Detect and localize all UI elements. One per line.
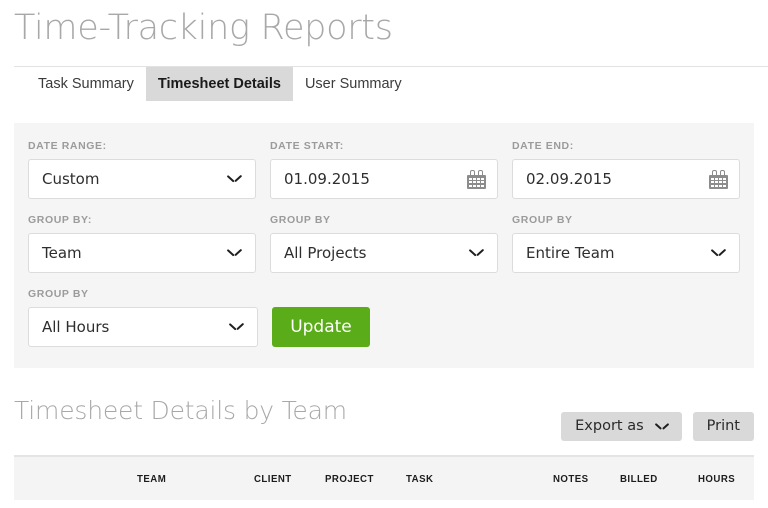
calendar-icon[interactable] — [467, 170, 486, 189]
chevron-down-icon — [712, 249, 725, 257]
calendar-icon[interactable] — [709, 170, 728, 189]
filter-field-grid: DATE RANGE: Custom DATE START: 01.09.201… — [14, 123, 754, 347]
update-button[interactable]: Update — [272, 307, 370, 347]
chevron-down-icon — [230, 323, 243, 331]
chevron-down-icon — [470, 249, 483, 257]
column-header-hours[interactable]: HOURS — [698, 473, 735, 485]
column-header-team[interactable]: TEAM — [137, 473, 166, 485]
group-by-project-label: GROUP BY — [270, 214, 331, 226]
print-button[interactable]: Print — [692, 412, 754, 441]
field-date-range: DATE RANGE: Custom — [28, 140, 256, 199]
export-as-button[interactable]: Export as — [561, 412, 682, 441]
chevron-down-icon — [656, 423, 668, 430]
column-header-client[interactable]: CLIENT — [254, 473, 292, 485]
group-by-member-label: GROUP BY — [512, 214, 573, 226]
field-group-by-member: GROUP BY Entire Team — [512, 214, 740, 273]
tab-user-summary[interactable]: User Summary — [293, 67, 414, 101]
field-group-by-project: GROUP BY All Projects — [270, 214, 498, 273]
filter-row-dates: DATE RANGE: Custom DATE START: 01.09.201… — [28, 140, 754, 199]
chevron-down-icon — [228, 249, 241, 257]
group-by-team-label: GROUP BY: — [28, 214, 92, 226]
page-title: Time-Tracking Reports — [14, 8, 393, 48]
group-by-team-select[interactable]: Team — [28, 233, 256, 273]
tab-timesheet-details[interactable]: Timesheet Details — [145, 67, 293, 101]
column-header-task[interactable]: TASK — [406, 473, 433, 485]
field-group-by-hours: GROUP BY All Hours — [28, 288, 258, 347]
column-header-notes[interactable]: NOTES — [553, 473, 589, 485]
group-by-project-select[interactable]: All Projects — [270, 233, 498, 273]
group-by-member-select[interactable]: Entire Team — [512, 233, 740, 273]
date-end-input[interactable]: 02.09.2015 — [512, 159, 740, 199]
tab-task-summary[interactable]: Task Summary — [26, 67, 146, 101]
print-label: Print — [706, 418, 740, 435]
report-tabs: Task Summary Timesheet Details User Summ… — [14, 67, 768, 101]
column-header-billed[interactable]: BILLED — [620, 473, 658, 485]
date-end-label: DATE END: — [512, 140, 574, 152]
group-by-hours-select[interactable]: All Hours — [28, 307, 258, 347]
date-start-value: 01.09.2015 — [284, 170, 370, 188]
column-header-project[interactable]: PROJECT — [325, 473, 374, 485]
group-by-hours-label: GROUP BY — [28, 288, 89, 300]
filter-panel: DATE RANGE: Custom DATE START: 01.09.201… — [14, 123, 754, 368]
field-group-by-team: GROUP BY: Team — [28, 214, 256, 273]
group-by-member-value: Entire Team — [526, 244, 615, 262]
filter-row-groupby-2: GROUP BY All Hours Update — [28, 288, 754, 347]
date-start-label: DATE START: — [270, 140, 344, 152]
group-by-project-value: All Projects — [284, 244, 367, 262]
field-date-end: DATE END: 02.09.2015 — [512, 140, 740, 199]
tabs-bar: Task Summary Timesheet Details User Summ… — [14, 66, 768, 101]
section-title: Timesheet Details by Team — [14, 396, 347, 425]
date-range-label: DATE RANGE: — [28, 140, 107, 152]
group-by-hours-value: All Hours — [42, 318, 110, 336]
chevron-down-icon — [228, 175, 241, 183]
update-button-wrap: Update — [272, 307, 370, 347]
export-as-label: Export as — [575, 418, 644, 435]
date-end-value: 02.09.2015 — [526, 170, 612, 188]
date-start-input[interactable]: 01.09.2015 — [270, 159, 498, 199]
date-range-select[interactable]: Custom — [28, 159, 256, 199]
group-by-team-value: Team — [42, 244, 82, 262]
filter-row-groupby-1: GROUP BY: Team GROUP BY All Projects GRO… — [28, 214, 754, 273]
report-actions: Export as Print — [561, 412, 754, 441]
field-date-start: DATE START: 01.09.2015 — [270, 140, 498, 199]
timesheet-table-header: TEAM CLIENT PROJECT TASK NOTES BILLED HO… — [14, 455, 754, 500]
date-range-value: Custom — [42, 170, 100, 188]
